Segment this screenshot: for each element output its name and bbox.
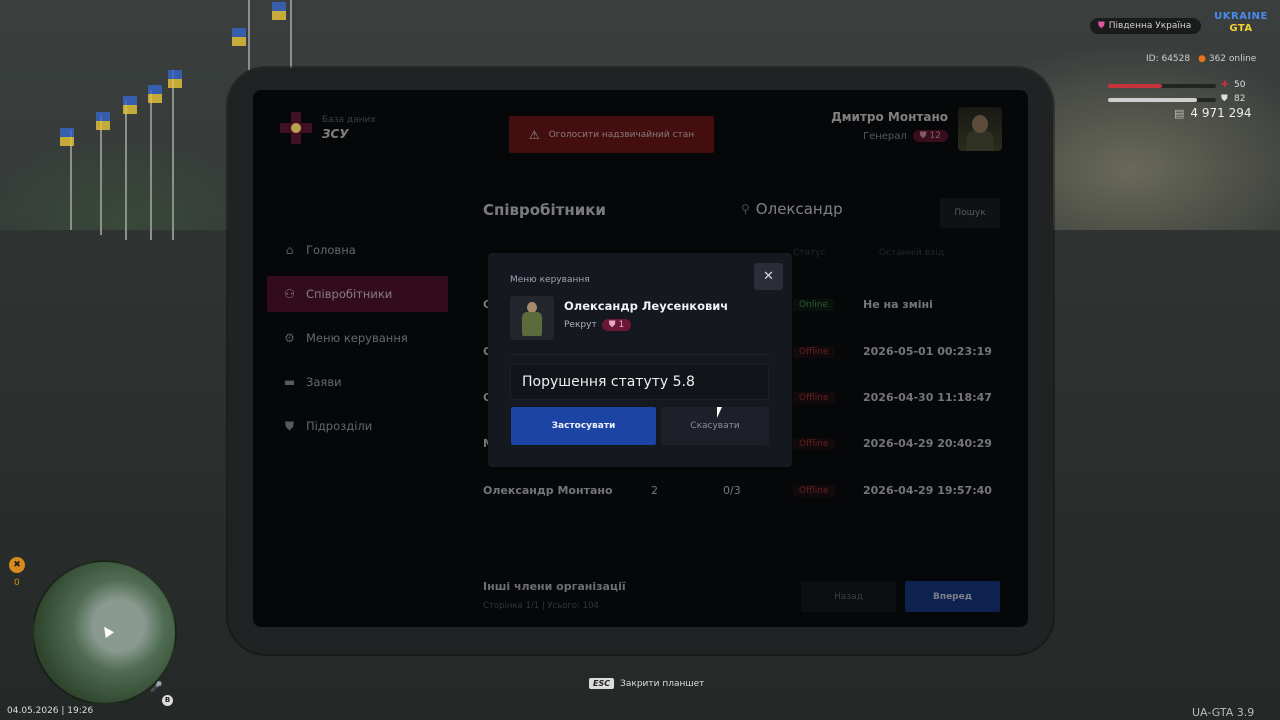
flagpole bbox=[290, 0, 292, 70]
close-button[interactable]: ✕ bbox=[754, 263, 783, 290]
flag bbox=[96, 112, 110, 130]
online-count: 362 online bbox=[1208, 54, 1257, 64]
flagpole bbox=[150, 90, 152, 240]
esc-key: ESC bbox=[589, 678, 615, 689]
online-dot-icon: ● bbox=[1198, 54, 1206, 64]
flagpole bbox=[100, 115, 102, 235]
flagpole bbox=[172, 70, 174, 240]
game-version: UA-GTA 3.9 bbox=[1192, 706, 1255, 719]
modal-title: Меню керування bbox=[510, 275, 590, 285]
cash-icon: ▤ bbox=[1174, 106, 1185, 120]
rank-level-value: 1 bbox=[618, 320, 625, 330]
reason-input[interactable]: Порушення статуту 5.8 bbox=[510, 364, 769, 400]
datetime: 04.05.2026 | 19:26 bbox=[7, 706, 94, 716]
person-avatar bbox=[510, 296, 554, 340]
health-bar-fill bbox=[1108, 84, 1162, 88]
divider bbox=[510, 354, 769, 355]
armor-value: 82 bbox=[1234, 94, 1246, 104]
money-value: 4 971 294 bbox=[1190, 106, 1252, 120]
cancel-button[interactable]: Скасувати bbox=[661, 407, 769, 445]
health-bar bbox=[1108, 84, 1216, 88]
rank-level-badge: ⛊ 1 bbox=[601, 319, 632, 331]
armor-bar-fill bbox=[1108, 98, 1197, 102]
close-tablet-label: Закрити планшет bbox=[620, 678, 705, 689]
region-name: Південна Україна bbox=[1108, 21, 1192, 31]
control-menu-modal: Меню керування ✕ Олександр Леусенкович Р… bbox=[488, 253, 792, 467]
person-rank: Рекрут bbox=[564, 320, 597, 330]
logo-text-bottom: GTA bbox=[1229, 23, 1253, 34]
microphone-icon: 🎤 bbox=[150, 682, 163, 693]
player-arrow-icon bbox=[100, 624, 114, 638]
shield-icon: ⛊ bbox=[1098, 21, 1105, 31]
player-id: ID: 64528 bbox=[1146, 54, 1191, 64]
person-rank-row: Рекрут ⛊ 1 bbox=[564, 319, 632, 331]
close-icon: ✕ bbox=[763, 269, 774, 284]
hunger-icon: ✖ bbox=[9, 557, 25, 573]
flagpole bbox=[125, 100, 127, 240]
health-icon: ✚ bbox=[1221, 80, 1229, 90]
flag bbox=[272, 2, 286, 20]
flag bbox=[60, 128, 74, 146]
person-name: Олександр Леусенкович bbox=[564, 299, 729, 313]
hunger-counter: 0 bbox=[14, 578, 20, 588]
flagpole bbox=[248, 0, 250, 70]
armor-bar bbox=[1108, 98, 1216, 102]
apply-button[interactable]: Застосувати bbox=[511, 407, 656, 445]
region-indicator: ⛊ Південна Україна bbox=[1090, 18, 1202, 34]
player-info: ID: 64528 ● 362 online bbox=[1146, 54, 1256, 64]
close-tablet-hint: ESC Закрити планшет bbox=[589, 678, 704, 689]
flag bbox=[148, 85, 162, 103]
health-value: 50 bbox=[1234, 80, 1246, 90]
flag bbox=[123, 96, 137, 114]
armor-icon: ⛊ bbox=[1221, 94, 1228, 104]
b-key-icon: B bbox=[162, 695, 173, 706]
shield-icon: ⛊ bbox=[608, 320, 616, 330]
logo-text-top: UKRAINE bbox=[1214, 11, 1268, 22]
mouse-cursor-icon bbox=[717, 407, 722, 418]
flag bbox=[232, 28, 246, 46]
flag bbox=[168, 70, 182, 88]
game-logo: UKRAINE GTA bbox=[1212, 11, 1270, 39]
money-display: ▤ 4 971 294 bbox=[1174, 106, 1251, 120]
